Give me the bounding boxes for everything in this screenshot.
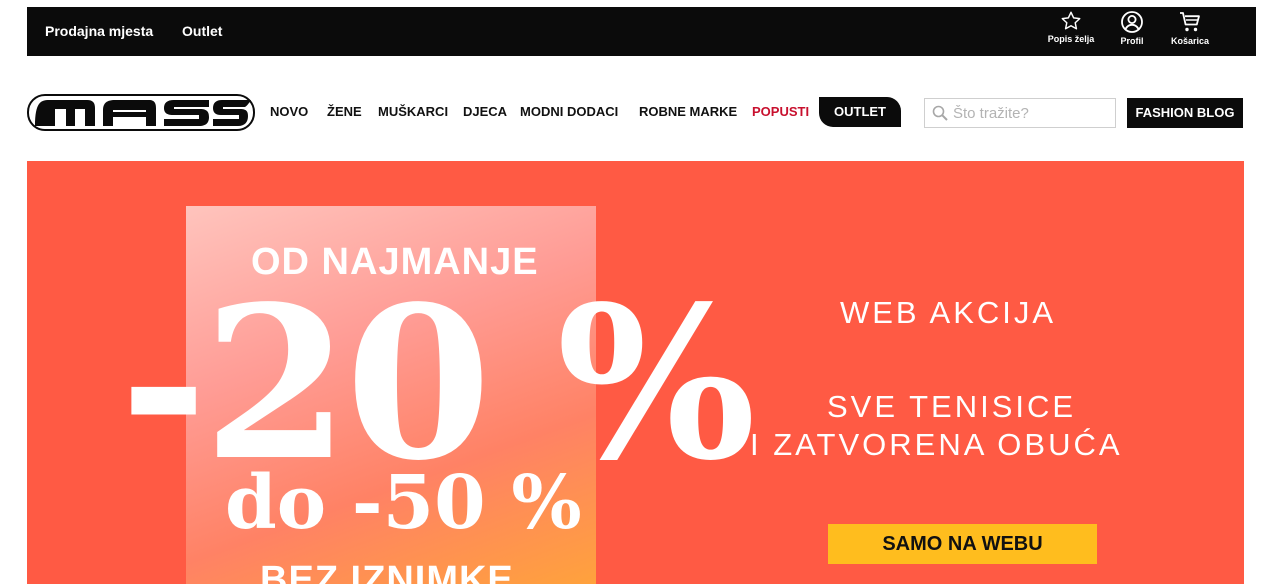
promo-banner[interactable]: OD NAJMANJE -20 % do -50 % BEZ IZNIMKE W…	[27, 161, 1244, 584]
banner-heading: WEB AKCIJA	[840, 295, 1057, 330]
banner-discount-big: -20 %	[120, 260, 756, 507]
wishlist-label: Popis želja	[1047, 34, 1095, 44]
nav-item-zene[interactable]: ŽENE	[327, 104, 362, 119]
profile-label: Profil	[1120, 36, 1144, 46]
top-bar: Prodajna mjesta Outlet Popis želja Profi…	[27, 7, 1256, 56]
outlet-button[interactable]: OUTLET	[819, 97, 901, 127]
wishlist-button[interactable]: Popis želja	[1041, 10, 1101, 54]
nav-item-djeca[interactable]: DJECA	[463, 104, 507, 119]
user-icon	[1121, 11, 1143, 33]
nav-item-muskarci[interactable]: MUŠKARCI	[378, 104, 448, 119]
nav-item-novo[interactable]: NOVO	[270, 104, 308, 119]
stores-link[interactable]: Prodajna mjesta	[45, 23, 153, 39]
search-box	[924, 98, 1116, 128]
nav-item-popusti[interactable]: POPUSTI	[752, 104, 809, 119]
cart-icon	[1180, 12, 1200, 32]
search-icon[interactable]	[932, 105, 948, 121]
mass-logo[interactable]	[27, 94, 255, 131]
outlet-top-link[interactable]: Outlet	[182, 23, 222, 39]
samo-na-webu-button[interactable]: SAMO NA WEBU	[828, 524, 1097, 564]
nav-item-robne-marke[interactable]: ROBNE MARKE	[639, 104, 737, 119]
cart-button[interactable]: Košarica	[1160, 10, 1220, 54]
banner-subline-1: SVE TENISICE	[827, 389, 1077, 424]
fashion-blog-button[interactable]: FASHION BLOG	[1127, 98, 1243, 128]
star-icon	[1061, 11, 1081, 30]
banner-subline-2: I ZATVORENA OBUĆA	[750, 427, 1123, 462]
cart-label: Košarica	[1170, 36, 1210, 46]
banner-bez-iznimke: BEZ IZNIMKE	[260, 559, 514, 584]
profile-button[interactable]: Profil	[1102, 10, 1162, 54]
nav-item-modni-dodaci[interactable]: MODNI DODACI	[520, 104, 618, 119]
banner-discount-range: do -50 %	[225, 460, 582, 546]
search-input[interactable]	[953, 102, 1113, 124]
